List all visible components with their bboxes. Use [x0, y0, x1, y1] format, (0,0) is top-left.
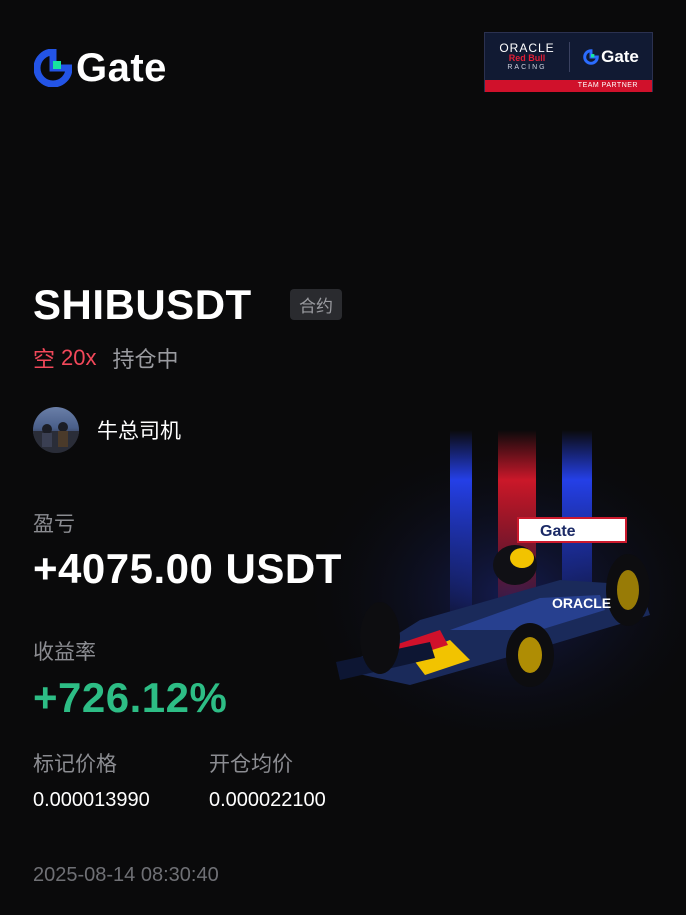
avatar	[33, 407, 79, 453]
position-status: 持仓中	[112, 347, 179, 372]
leverage: 20x	[61, 345, 97, 370]
team-partner-caption: TEAM PARTNER	[485, 80, 652, 92]
user-info: 牛总司机	[33, 407, 181, 453]
mark-price-value: 0.000013990	[33, 789, 150, 811]
svg-text:Gate: Gate	[540, 523, 576, 540]
partner-gate-logo: Gate	[570, 47, 652, 67]
roi-label: 收益率	[33, 641, 96, 664]
gate-logo-icon-small	[583, 48, 599, 65]
mark-price-label: 标记价格	[33, 753, 117, 776]
username: 牛总司机	[97, 420, 181, 443]
position-info-line: 空 20x 持仓中	[33, 342, 179, 374]
trading-pair-symbol: SHIBUSDT	[33, 281, 252, 328]
racing-text: RACING	[507, 63, 547, 71]
timestamp: 2025-08-14 08:30:40	[33, 864, 219, 886]
svg-text:ORACLE: ORACLE	[552, 595, 611, 611]
team-partner-badge: ORACLE Red Bull RACING Gate TEAM PARTNER	[484, 32, 653, 92]
entry-price-label: 开仓均价	[209, 753, 293, 776]
redbull-racing-logo: ORACLE Red Bull RACING	[485, 42, 569, 71]
redbull-text: Red Bull	[508, 53, 546, 64]
partner-brand-name: Gate	[601, 46, 639, 66]
roi-value: +726.12%	[33, 674, 228, 721]
pnl-label: 盈亏	[33, 513, 75, 536]
f1-car-image: Gate ORACLE	[300, 430, 686, 730]
pnl-value: +4075.00 USDT	[33, 545, 342, 592]
position-side: 空	[33, 347, 56, 372]
gate-logo: Gate	[33, 46, 167, 90]
contract-type-tag: 合约	[290, 289, 342, 320]
gate-logo-icon	[33, 48, 73, 88]
brand-name: Gate	[76, 46, 167, 90]
entry-price-value: 0.000022100	[209, 789, 326, 811]
